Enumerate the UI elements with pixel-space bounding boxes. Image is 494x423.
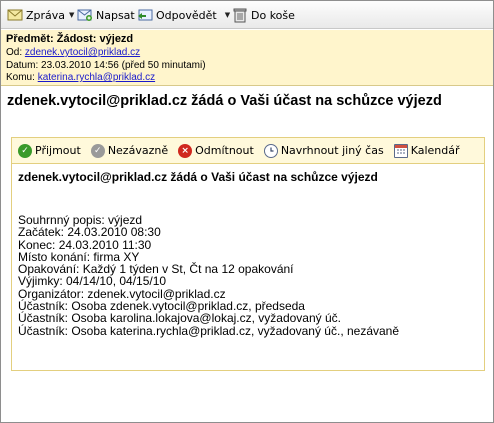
reply-icon — [137, 7, 153, 23]
chevron-down-icon: ▼ — [224, 11, 231, 19]
propose-time-label: Navrhnout jiný čas — [280, 144, 384, 157]
trash-icon — [232, 7, 248, 23]
detail-line: Výjimky: 04/14/10, 04/15/10 — [18, 274, 167, 289]
message-menu-label: Zpráva — [26, 8, 66, 22]
to-row: Komu: katerina.rychla@priklad.cz — [6, 72, 488, 85]
clock-icon — [263, 143, 278, 158]
from-row: Od: zdenek.vytocil@priklad.cz — [6, 47, 488, 60]
accept-button[interactable]: ✓ Přijmout — [18, 143, 81, 158]
mail-window: Zpráva ▼ Napsat Odpovědět ▼ Do koše Před… — [0, 0, 494, 423]
message-title: zdenek.vytocil@priklad.cz žádá o Vaši úč… — [7, 93, 442, 109]
to-link[interactable]: katerina.rychla@priklad.cz — [38, 72, 155, 83]
from-link[interactable]: zdenek.vytocil@priklad.cz — [25, 47, 140, 58]
subject-row: Předmět: Žádost: výjezd — [6, 33, 488, 47]
message-menu-button[interactable]: Zpráva ▼ — [7, 6, 74, 24]
tentative-button[interactable]: ✓ Nezávazně — [90, 143, 169, 158]
date-row: Datum: 23.03.2010 14:56 (před 50 minutam… — [6, 60, 488, 73]
from-label: Od: — [6, 47, 23, 58]
chevron-down-icon: ▼ — [69, 11, 75, 19]
reply-menu-label: Odpovědět — [156, 8, 217, 22]
invitation-details: Souhrnný popis: výjezd Začátek: 24.03.20… — [18, 214, 399, 337]
subject-label: Předmět: — [6, 33, 54, 45]
compose-label: Napsat — [96, 8, 135, 22]
invitation-title: zdenek.vytocil@priklad.cz žádá o Vaši úč… — [18, 170, 378, 184]
detail-line: Účastník: Osoba karolina.lokajova@lokaj.… — [18, 311, 341, 326]
check-icon: ✓ — [18, 143, 32, 158]
calendar-label: Kalendář — [410, 144, 460, 157]
trash-label: Do koše — [251, 8, 295, 22]
calendar-icon — [393, 143, 408, 158]
propose-time-button[interactable]: Navrhnout jiný čas — [263, 143, 384, 158]
detail-line: Začátek: 24.03.2010 08:30 — [18, 225, 161, 240]
subject-value: Žádost: výjezd — [56, 33, 134, 45]
calendar-button[interactable]: Kalendář — [393, 143, 460, 158]
date-label: Datum: — [6, 59, 39, 71]
invitation-actions: ✓ Přijmout ✓ Nezávazně × Odmítnout Navrh… — [12, 138, 484, 164]
message-header: Předmět: Žádost: výjezd Od: zdenek.vytoc… — [1, 30, 493, 86]
tentative-label: Nezávazně — [107, 144, 169, 157]
x-icon: × — [178, 143, 193, 158]
detail-line: Účastník: Osoba katerina.rychla@priklad.… — [18, 323, 400, 338]
trash-button[interactable]: Do koše — [232, 6, 295, 24]
toolbar: Zpráva ▼ Napsat Odpovědět ▼ Do koše — [1, 1, 493, 29]
decline-label: Odmítnout — [195, 144, 254, 157]
date-value: 23.03.2010 14:56 (před 50 minutami) — [41, 59, 206, 71]
invitation-box: ✓ Přijmout ✓ Nezávazně × Odmítnout Navrh… — [11, 137, 485, 371]
accept-label: Přijmout — [35, 144, 81, 157]
message-icon — [7, 7, 23, 23]
reply-menu-button[interactable]: Odpovědět ▼ — [137, 6, 230, 24]
question-icon: ✓ — [90, 143, 105, 158]
compose-button[interactable]: Napsat — [77, 6, 135, 24]
to-label: Komu: — [6, 72, 35, 83]
compose-icon — [77, 7, 93, 23]
decline-button[interactable]: × Odmítnout — [178, 143, 254, 158]
